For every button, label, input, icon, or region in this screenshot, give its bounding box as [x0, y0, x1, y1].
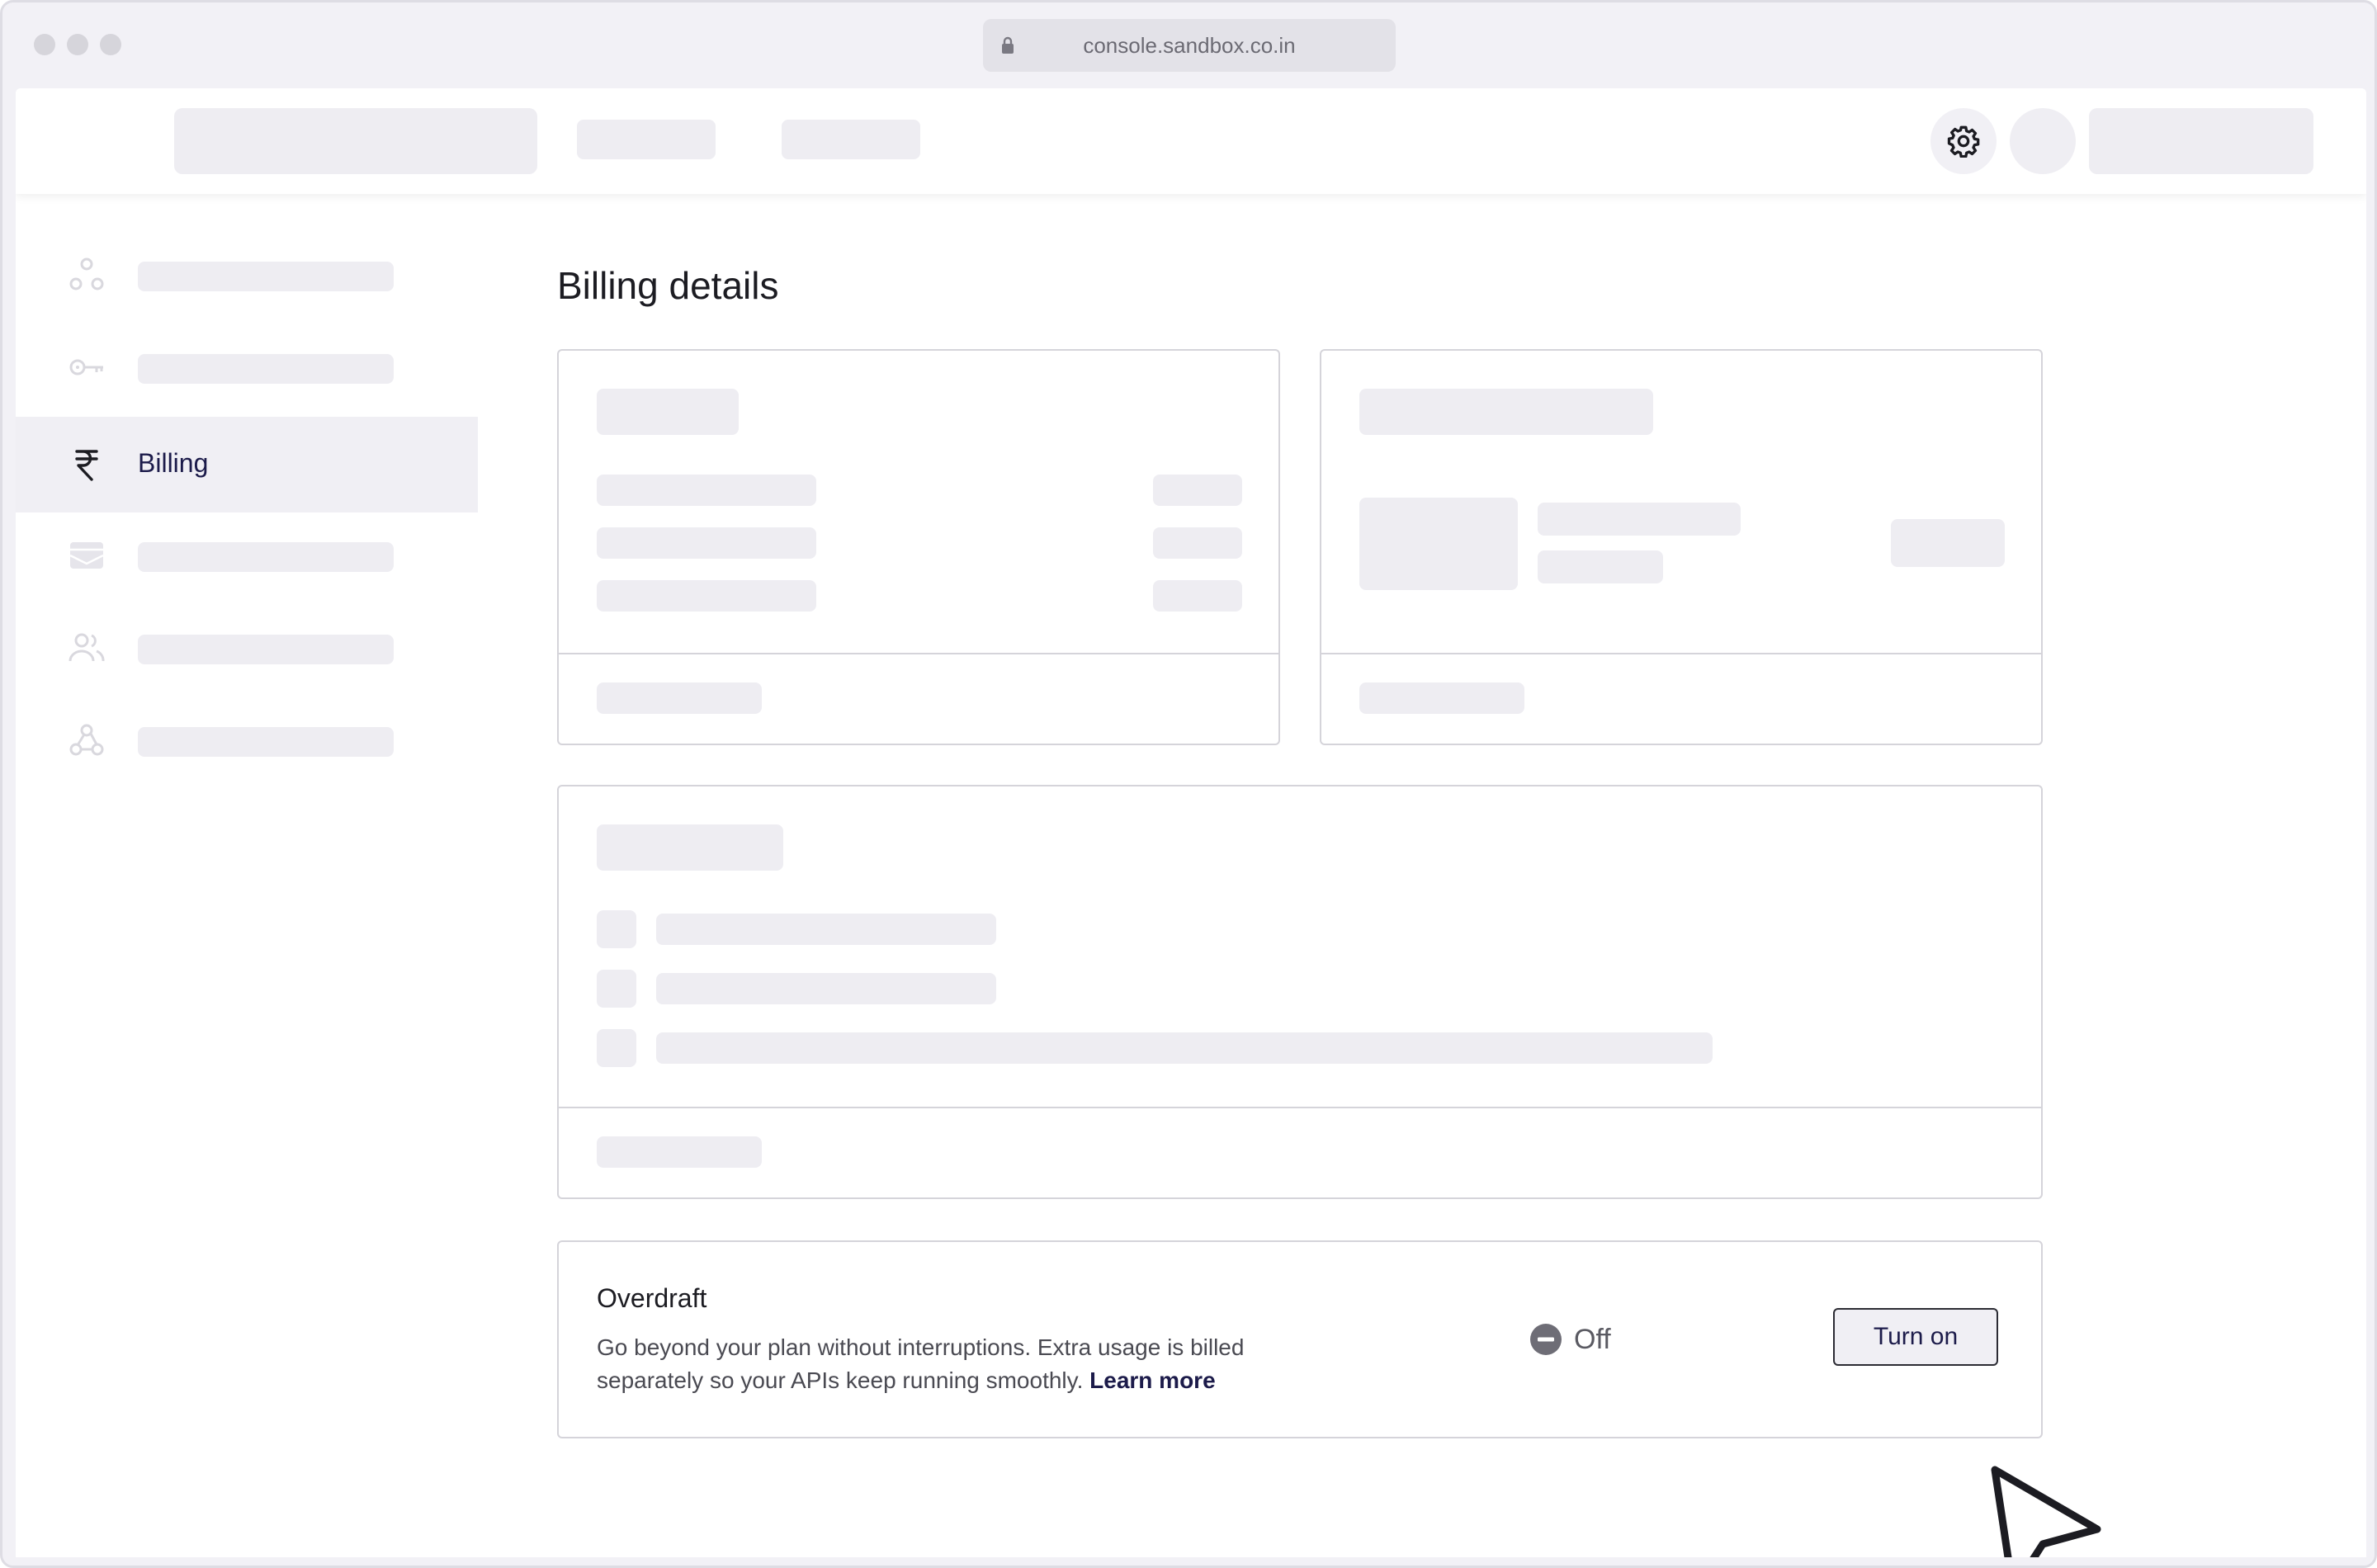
- app-content: Billing Billing details Overdraft Go bey…: [16, 88, 2366, 1557]
- card-link-placeholder[interactable]: [1359, 682, 1524, 714]
- card-link-placeholder[interactable]: [597, 1136, 762, 1168]
- sidebar-label-placeholder: [138, 262, 394, 291]
- card-divider: [1321, 653, 2041, 654]
- overdraft-description: Go beyond your plan without interruption…: [597, 1331, 1315, 1397]
- card-divider: [559, 653, 1278, 654]
- list-item-placeholder: [656, 914, 996, 945]
- card-divider: [559, 1107, 2041, 1108]
- row-label-placeholder: [597, 527, 816, 559]
- payment-method-card: [1320, 349, 2043, 745]
- list-icon-placeholder: [597, 910, 636, 948]
- sidebar-item-5[interactable]: [16, 600, 478, 696]
- nav-link-placeholder[interactable]: [782, 120, 920, 159]
- row-value-placeholder: [1153, 580, 1242, 612]
- learn-more-link[interactable]: Learn more: [1089, 1367, 1216, 1393]
- row-value-placeholder: [1153, 527, 1242, 559]
- sidebar-item-4[interactable]: [16, 508, 478, 603]
- nodes-icon: [69, 257, 104, 290]
- list-item-placeholder: [656, 1032, 1713, 1064]
- lock-icon: [1002, 36, 1014, 54]
- sidebar-item-billing[interactable]: Billing: [16, 417, 478, 512]
- top-bar: [16, 88, 2366, 194]
- webhook-icon: [69, 724, 104, 756]
- row-label-placeholder: [1538, 503, 1741, 536]
- sidebar-item-label: Billing: [138, 448, 209, 478]
- sidebar-label-placeholder: [138, 354, 394, 384]
- row-label-placeholder: [597, 580, 816, 612]
- row-value-placeholder: [1153, 475, 1242, 506]
- plan-summary-card: [557, 349, 1280, 745]
- row-sub-placeholder: [1538, 550, 1663, 583]
- mouse-pointer-icon: [1991, 1466, 2101, 1557]
- overdraft-status: Off: [1529, 1323, 1611, 1356]
- window-minimize-button[interactable]: [67, 34, 88, 55]
- list-icon-placeholder: [597, 970, 636, 1008]
- window-maximize-button[interactable]: [100, 34, 121, 55]
- card-title-placeholder: [597, 824, 783, 871]
- list-icon-placeholder: [597, 1029, 636, 1067]
- overdraft-title: Overdraft: [597, 1283, 707, 1313]
- card-action-placeholder[interactable]: [1891, 519, 2005, 567]
- wallet-icon: [69, 542, 104, 569]
- sidebar-label-placeholder: [138, 542, 394, 572]
- gear-icon: [1947, 125, 1980, 158]
- card-title-placeholder: [1359, 389, 1653, 435]
- overdraft-status-text: Off: [1574, 1323, 1611, 1355]
- url-text: console.sandbox.co.in: [1083, 32, 1296, 58]
- minus-circle-icon: [1530, 1324, 1562, 1355]
- browser-window: console.sandbox.co.in Billing Billing de…: [0, 0, 2377, 1568]
- list-item-placeholder: [656, 973, 996, 1004]
- logo-placeholder: [174, 108, 537, 174]
- account-menu-placeholder[interactable]: [2089, 108, 2313, 174]
- turn-on-button[interactable]: Turn on: [1833, 1308, 1998, 1366]
- sidebar-label-placeholder: [138, 727, 394, 757]
- rupee-icon: [75, 450, 98, 481]
- users-icon: [69, 633, 105, 662]
- card-title-placeholder: [597, 389, 739, 435]
- address-bar[interactable]: console.sandbox.co.in: [983, 19, 1396, 72]
- window-close-button[interactable]: [34, 34, 55, 55]
- overdraft-card: Overdraft Go beyond your plan without in…: [557, 1240, 2043, 1438]
- settings-button[interactable]: [1930, 108, 1997, 174]
- sidebar-item-1[interactable]: [16, 227, 478, 323]
- usage-card: [557, 785, 2043, 1199]
- sidebar-item-6[interactable]: [16, 692, 478, 788]
- page-title: Billing details: [557, 264, 779, 307]
- sidebar-label-placeholder: [138, 635, 394, 664]
- row-label-placeholder: [597, 475, 816, 506]
- card-link-placeholder[interactable]: [597, 682, 762, 714]
- nav-link-placeholder[interactable]: [577, 120, 716, 159]
- sidebar-item-2[interactable]: [16, 319, 478, 415]
- key-icon: [69, 359, 103, 375]
- avatar[interactable]: [2010, 108, 2076, 174]
- card-image-placeholder: [1359, 498, 1518, 590]
